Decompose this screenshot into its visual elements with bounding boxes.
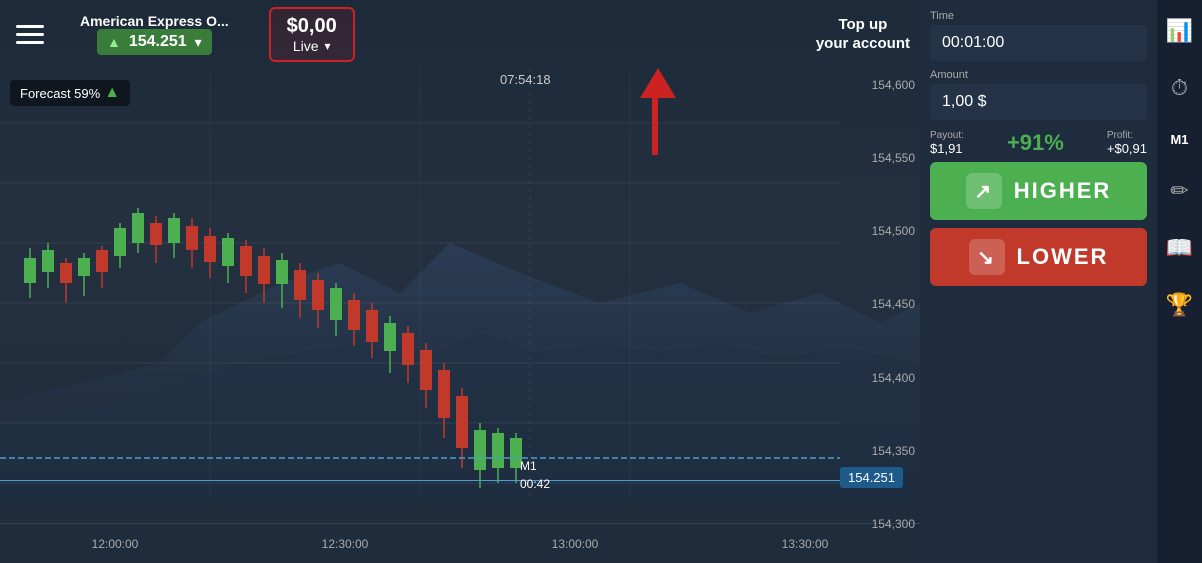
- profit-value: +$0,91: [1107, 141, 1147, 156]
- chart-time-marker: 07:54:18: [500, 72, 551, 87]
- time-input[interactable]: [930, 26, 1147, 60]
- amount-control: Amount $: [930, 69, 1147, 120]
- amount-input-row: $: [930, 84, 1147, 120]
- asset-selector[interactable]: American Express O... ▲ 154.251 ▾: [80, 13, 229, 55]
- book-icon[interactable]: 📖: [1158, 227, 1201, 269]
- right-panel: Time ⏱ Amount $ Payout: $1,91 +91% Profi…: [920, 0, 1202, 563]
- balance-amount: $0,00: [287, 15, 337, 38]
- amount-label: Amount: [930, 69, 1147, 81]
- balance-type: Live: [293, 38, 319, 54]
- edit-trade-icon[interactable]: ✏: [1162, 170, 1196, 212]
- profit-label: Profit:: [1107, 130, 1147, 141]
- current-price-tag: 154.251: [840, 467, 903, 488]
- controls-area: Time ⏱ Amount $ Payout: $1,91 +91% Profi…: [920, 0, 1157, 296]
- payout-value: $1,91: [930, 141, 964, 156]
- candlestick-chart: [0, 68, 840, 498]
- y-label-3: 154,500: [845, 224, 915, 238]
- red-arrow-line: [652, 95, 658, 155]
- y-label-1: 154,600: [845, 78, 915, 92]
- topup-button[interactable]: Top up your account: [816, 15, 910, 54]
- payout-label: Payout:: [930, 130, 964, 141]
- balance-type-row: Live ▾: [287, 38, 337, 54]
- price-up-icon: ▲: [107, 34, 121, 50]
- current-price-line: [0, 480, 840, 481]
- y-label-5: 154,400: [845, 371, 915, 385]
- lower-label: LOWER: [1017, 244, 1109, 270]
- x-axis: 12:00:00 12:30:00 13:00:00 13:30:00: [0, 523, 920, 563]
- panel-icons: 📊 ⏱ M1 ✏ 📖 🏆: [1157, 0, 1202, 563]
- higher-label: HIGHER: [1014, 178, 1112, 204]
- higher-arrow-icon: ↗: [966, 173, 1002, 209]
- chart-area: 154.251 M1 00:42 07:54:18 154,600 154,55…: [0, 0, 920, 563]
- time-input-row: ⏱: [930, 25, 1147, 61]
- forecast-text: Forecast 59%: [20, 86, 100, 101]
- chart-topbar: American Express O... ▲ 154.251 ▾ $0,00 …: [0, 0, 920, 68]
- y-label-6: 154,350: [845, 444, 915, 458]
- x-label-1: 12:00:00: [92, 537, 139, 551]
- x-label-2: 12:30:00: [322, 537, 369, 551]
- forecast-badge: Forecast 59% ▲: [10, 80, 130, 106]
- x-label-4: 13:30:00: [782, 537, 829, 551]
- asset-price-row: ▲ 154.251 ▾: [97, 29, 212, 55]
- amount-input[interactable]: [930, 85, 1147, 119]
- red-arrow-indicator: [640, 68, 676, 98]
- profit-item: Profit: +$0,91: [1107, 130, 1147, 156]
- chart-timeframe-label: M1: [520, 459, 537, 473]
- higher-button[interactable]: ↗ HIGHER: [930, 162, 1147, 220]
- clock-settings-icon[interactable]: ⏱: [1163, 67, 1196, 109]
- payout-item: Payout: $1,91: [930, 130, 964, 156]
- chart-countdown: 00:42: [520, 477, 550, 491]
- asset-dropdown-icon[interactable]: ▾: [195, 34, 202, 51]
- asset-price: 154.251: [129, 33, 187, 51]
- time-control: Time ⏱: [930, 10, 1147, 61]
- y-label-4: 154,450: [845, 297, 915, 311]
- lower-button[interactable]: ↘ LOWER: [930, 228, 1147, 286]
- chart-bars-icon[interactable]: 📊: [1158, 10, 1201, 52]
- balance-box[interactable]: $0,00 Live ▾: [269, 7, 355, 62]
- timeframe-m1-icon: M1: [1162, 124, 1196, 155]
- x-label-3: 13:00:00: [552, 537, 599, 551]
- y-label-2: 154,550: [845, 151, 915, 165]
- asset-name: American Express O...: [80, 13, 229, 29]
- forecast-arrow-icon: ▲: [104, 84, 120, 102]
- payout-percentage: +91%: [1007, 130, 1064, 156]
- payout-row: Payout: $1,91 +91% Profit: +$0,91: [930, 128, 1147, 158]
- time-label: Time: [930, 10, 1147, 22]
- hamburger-button[interactable]: [10, 14, 50, 54]
- balance-chevron-icon[interactable]: ▾: [325, 39, 331, 53]
- trophy-icon[interactable]: 🏆: [1158, 284, 1201, 326]
- lower-arrow-icon: ↘: [969, 239, 1005, 275]
